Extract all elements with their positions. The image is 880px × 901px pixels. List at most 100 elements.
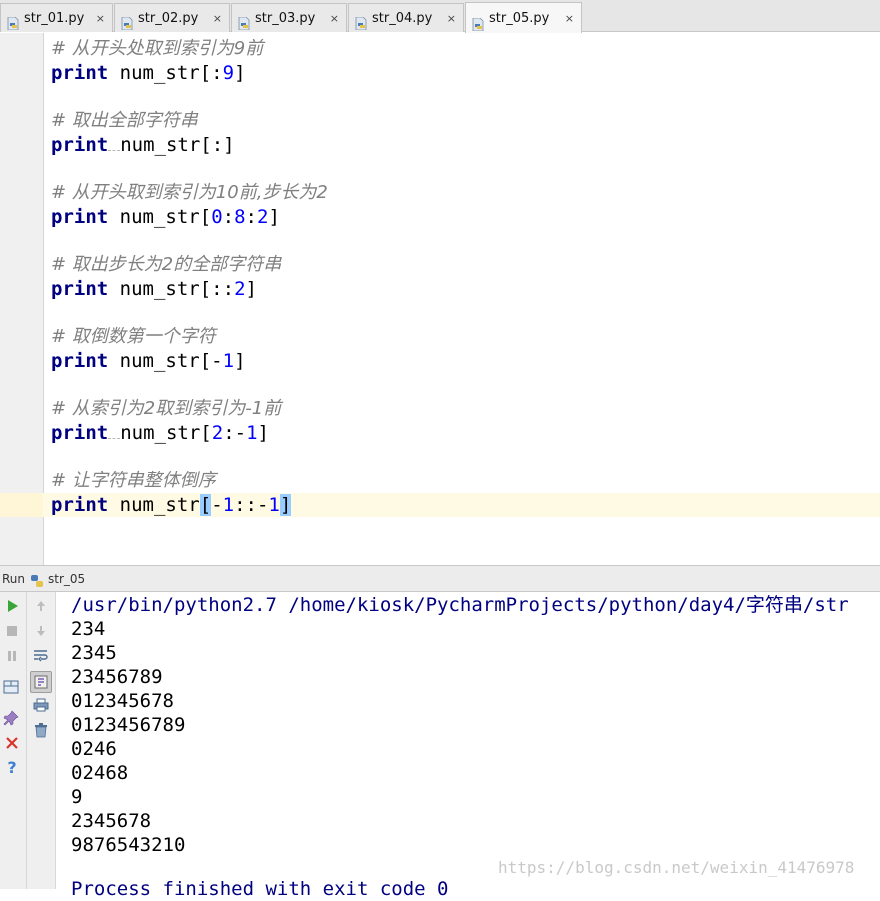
- watermark: https://blog.csdn.net/weixin_41476978: [498, 858, 855, 877]
- punct: :-: [223, 422, 247, 444]
- number: 1: [268, 494, 280, 516]
- run-toolbar-secondary: [27, 592, 56, 889]
- tab-label: str_05.py: [489, 11, 550, 26]
- identifier: num_str: [119, 278, 200, 300]
- number: 1: [222, 494, 235, 516]
- trash-icon[interactable]: [33, 723, 49, 739]
- matched-bracket: ]: [279, 494, 292, 516]
- soft-wrap-icon[interactable]: [33, 649, 49, 665]
- number: 1: [222, 350, 235, 372]
- code-line: print num_str[::2]: [51, 277, 257, 301]
- number: 0: [211, 206, 223, 228]
- tab-str-01[interactable]: str_01.py ×: [0, 3, 113, 32]
- keyword: print: [51, 206, 109, 228]
- scroll-to-end-icon[interactable]: [30, 671, 52, 693]
- arrow-down-icon[interactable]: [33, 624, 49, 640]
- console-output-line: 012345678: [71, 690, 174, 712]
- python-file-icon: [238, 12, 250, 31]
- current-line-gutter: [0, 493, 43, 517]
- line-gutter: [0, 33, 44, 565]
- matched-bracket: [: [199, 494, 212, 516]
- number: 1: [246, 422, 258, 444]
- run-tool-window-header: Run str_05: [0, 565, 880, 592]
- code-comment: # 从索引为2取到索引为-1前: [51, 398, 282, 419]
- punct: [: [200, 422, 212, 444]
- pin-icon[interactable]: [3, 710, 19, 726]
- code-editor[interactable]: # 从开头处取到索引为9前 print num_str[:9] # 取出全部字符…: [0, 33, 880, 565]
- close-icon[interactable]: ×: [330, 4, 339, 33]
- python-file-icon: [7, 12, 19, 31]
- close-icon[interactable]: [4, 736, 20, 752]
- console-output-line: 23456789: [71, 666, 163, 688]
- punct: :: [245, 206, 257, 228]
- punct: [:: [199, 62, 223, 84]
- identifier: num_str: [119, 494, 200, 516]
- keyword: print: [51, 350, 109, 372]
- tab-label: str_03.py: [255, 11, 316, 26]
- code-comment: # 从开头处取到索引为9前: [51, 38, 264, 59]
- tab-label: str_02.py: [138, 11, 199, 26]
- punct: ]: [257, 422, 269, 444]
- identifier: num_str: [120, 134, 201, 156]
- help-icon[interactable]: ?: [4, 760, 20, 776]
- number: 2: [234, 278, 246, 300]
- keyword: print: [51, 62, 109, 84]
- tab-str-04[interactable]: str_04.py ×: [348, 3, 464, 32]
- code-comment: # 让字符串整体倒序: [51, 470, 216, 491]
- keyword: print: [51, 278, 109, 300]
- close-icon[interactable]: ×: [565, 3, 574, 34]
- console-output-line: 0246: [71, 738, 117, 760]
- punct: ]: [268, 206, 280, 228]
- code-line: print num_str[-1]: [51, 349, 246, 373]
- identifier: num_str: [119, 206, 200, 228]
- punct: [-: [199, 350, 223, 372]
- keyword: print: [51, 134, 109, 156]
- restore-layout-icon[interactable]: [3, 680, 19, 696]
- rerun-icon[interactable]: [4, 599, 20, 615]
- number: 2: [211, 422, 224, 444]
- run-console: ? /usr/bin/python2.7 /home/kiosk/Pycharm…: [0, 592, 880, 900]
- punct: [:]: [200, 134, 235, 156]
- editor-tab-bar: str_01.py × str_02.py × str_03.py × str_…: [0, 0, 880, 33]
- arrow-up-icon[interactable]: [33, 599, 49, 615]
- punct: ]: [245, 278, 257, 300]
- python-file-icon: [121, 12, 133, 31]
- console-output-line: 234: [71, 618, 106, 640]
- code-line: print num_str[:9]: [51, 61, 246, 85]
- code-comment: # 取出全部字符串: [51, 110, 198, 131]
- identifier: num_str: [119, 350, 200, 372]
- console-output-line: 9: [71, 786, 83, 808]
- python-file-icon: [355, 12, 367, 31]
- number: 9: [222, 62, 235, 84]
- code-line: print num_str[:]: [51, 133, 235, 157]
- whitespace-warning: [108, 136, 121, 151]
- console-output-line: 2345678: [71, 810, 152, 832]
- keyword: print: [51, 422, 109, 444]
- tab-str-05[interactable]: str_05.py ×: [465, 2, 582, 33]
- console-output-line: 2345: [71, 642, 117, 664]
- punct: ]: [234, 62, 246, 84]
- keyword: print: [51, 494, 109, 516]
- code-line-current: print num_str[-1::-1]: [51, 493, 292, 517]
- stop-icon[interactable]: [4, 624, 20, 640]
- print-icon[interactable]: [33, 698, 49, 714]
- code-comment: # 从开头取到索引为10前,步长为2: [51, 182, 328, 203]
- tab-label: str_01.py: [24, 11, 85, 26]
- close-icon[interactable]: ×: [213, 4, 222, 33]
- whitespace-warning: [108, 424, 121, 439]
- punct: :: [222, 206, 235, 228]
- punct: [::: [199, 278, 235, 300]
- console-output-line: 9876543210: [71, 834, 186, 856]
- tab-label: str_04.py: [372, 11, 433, 26]
- punct: [: [199, 206, 212, 228]
- run-config-name[interactable]: str_05: [48, 566, 85, 592]
- close-icon[interactable]: ×: [447, 4, 456, 33]
- identifier: num_str: [120, 422, 201, 444]
- run-label: Run: [2, 572, 26, 586]
- tab-str-02[interactable]: str_02.py ×: [114, 3, 230, 32]
- code-comment: # 取倒数第一个字符: [51, 326, 216, 347]
- tab-str-03[interactable]: str_03.py ×: [231, 3, 347, 32]
- console-command-line: /usr/bin/python2.7 /home/kiosk/PycharmPr…: [71, 594, 849, 616]
- close-icon[interactable]: ×: [96, 4, 105, 33]
- pause-icon[interactable]: [4, 649, 20, 665]
